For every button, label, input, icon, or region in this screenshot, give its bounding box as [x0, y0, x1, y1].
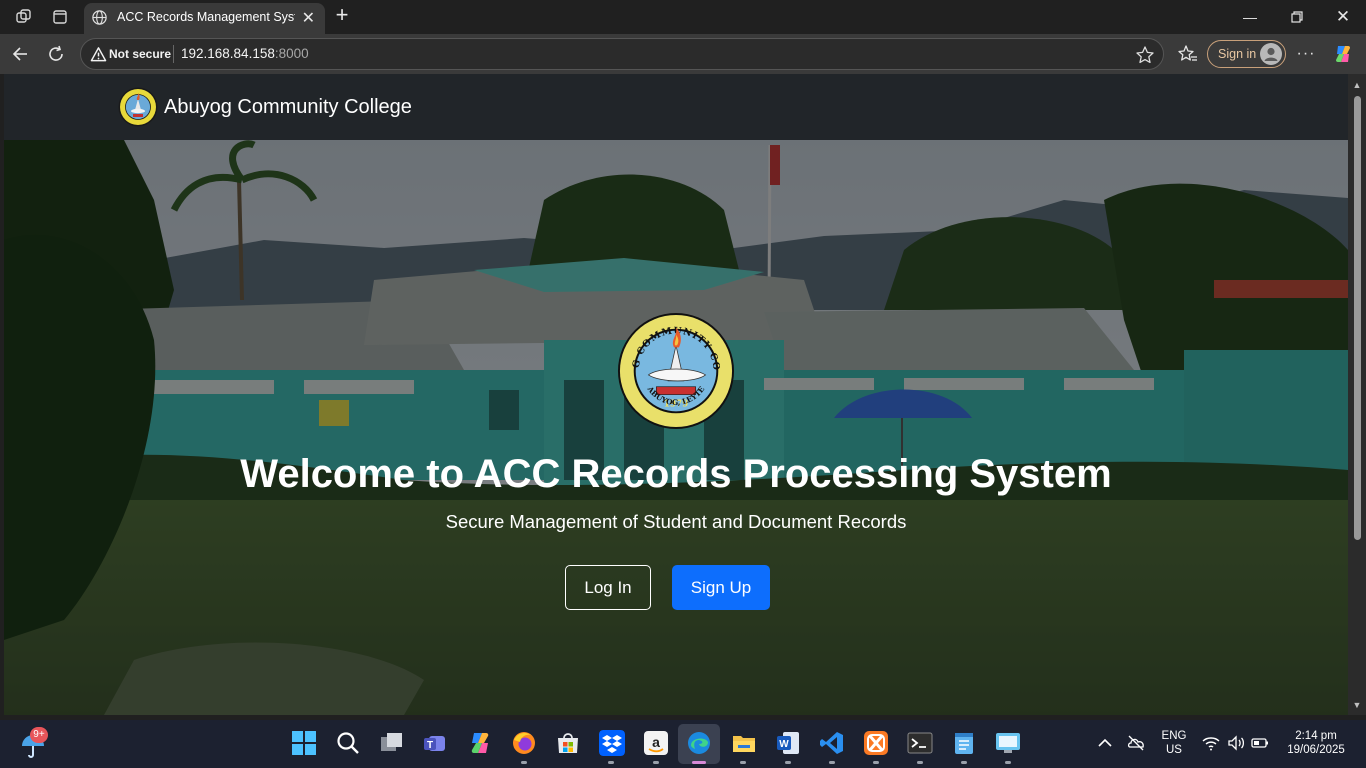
college-seal-emblem: ABUYOG COMMUNITY COLLEGE 1979 ABUYOG, LE…	[617, 312, 735, 430]
page-viewport: Abuyog Community College G COMM NITY CO …	[4, 74, 1348, 715]
url-text[interactable]: 192.168.84.158:8000	[181, 46, 309, 61]
microsoft-store-icon[interactable]	[555, 730, 581, 756]
sign-in-button[interactable]: Sign in	[1207, 40, 1286, 68]
scroll-down-arrow-icon[interactable]: ▼	[1352, 700, 1362, 710]
url-host: 192.168.84.158	[181, 46, 275, 61]
address-divider	[173, 45, 174, 63]
chevron-up-icon[interactable]	[1096, 734, 1114, 752]
running-indicator	[917, 761, 923, 764]
firefox-icon[interactable]	[511, 730, 537, 756]
svg-text:T: T	[427, 740, 433, 751]
browser-title-bar: ACC Records Management System ✕ + — ✕	[0, 0, 1366, 34]
signup-button[interactable]: Sign Up	[672, 565, 770, 610]
running-indicator	[521, 761, 527, 764]
profile-avatar-icon	[1260, 43, 1282, 65]
file-explorer-icon[interactable]	[731, 730, 757, 756]
college-seal-logo	[118, 87, 158, 127]
teams-icon[interactable]: T	[422, 730, 448, 756]
vscode-icon[interactable]	[819, 730, 845, 756]
back-button[interactable]	[8, 42, 32, 66]
warning-icon[interactable]	[90, 46, 107, 63]
language-indicator[interactable]: ENG US	[1158, 730, 1190, 756]
restore-button[interactable]	[1285, 5, 1309, 29]
globe-icon	[92, 10, 107, 25]
hero-section: ABUYOG COMMUNITY COLLEGE 1979 ABUYOG, LE…	[4, 140, 1348, 715]
clock-date: 19/06/2025	[1287, 744, 1345, 756]
running-indicator	[1005, 761, 1011, 764]
running-indicator	[961, 761, 967, 764]
refresh-button[interactable]	[44, 42, 68, 66]
favorites-icon[interactable]	[1176, 42, 1200, 66]
running-indicator-active	[692, 761, 706, 764]
dropbox-icon[interactable]	[599, 730, 625, 756]
navbar-brand[interactable]: Abuyog Community College	[118, 86, 412, 128]
login-button[interactable]: Log In	[565, 565, 651, 610]
workspaces-icon[interactable]	[14, 7, 34, 27]
hero-subtitle: Secure Management of Student and Documen…	[445, 511, 907, 532]
browser-tab-active[interactable]: ACC Records Management System ✕	[84, 3, 325, 34]
windows-taskbar: 9+ T a W ENG US 2:14 pm 19/06/2025	[0, 720, 1366, 768]
browser-toolbar: Not secure 192.168.84.158:8000 Sign in ·…	[0, 34, 1366, 74]
notepad-icon[interactable]	[951, 730, 977, 756]
more-options-icon[interactable]: ···	[1294, 42, 1318, 66]
search-icon[interactable]	[335, 730, 361, 756]
tab-actions-icon[interactable]	[50, 7, 70, 27]
copilot-sidebar-icon[interactable]	[1331, 42, 1355, 66]
address-bar[interactable]: Not secure 192.168.84.158:8000	[80, 38, 1164, 70]
region-code: US	[1166, 744, 1182, 756]
running-indicator	[873, 761, 879, 764]
close-tab-icon[interactable]: ✕	[302, 8, 315, 28]
task-view-icon[interactable]	[379, 730, 405, 756]
amazon-icon[interactable]: a	[643, 730, 669, 756]
sign-in-label: Sign in	[1218, 47, 1257, 61]
edge-icon[interactable]	[686, 730, 712, 756]
scroll-up-arrow-icon[interactable]: ▲	[1352, 80, 1362, 90]
running-indicator	[653, 761, 659, 764]
terminal-icon[interactable]	[907, 730, 933, 756]
svg-text:W: W	[779, 739, 789, 750]
running-indicator	[829, 761, 835, 764]
tab-title: ACC Records Management System	[117, 10, 295, 24]
not-secure-label[interactable]: Not secure	[109, 47, 171, 61]
site-navbar: Abuyog Community College	[4, 74, 1348, 140]
wifi-icon[interactable]	[1202, 734, 1220, 752]
running-indicator	[785, 761, 791, 764]
clock-time: 2:14 pm	[1295, 730, 1337, 742]
clock[interactable]: 2:14 pm 19/06/2025	[1280, 730, 1352, 756]
brand-name: Abuyog Community College	[164, 95, 412, 118]
copilot-icon[interactable]	[467, 730, 493, 756]
favorite-star-icon[interactable]	[1135, 45, 1155, 65]
language-code: ENG	[1161, 730, 1187, 742]
notification-badge: 9+	[30, 727, 48, 743]
svg-text:a: a	[652, 734, 660, 750]
scrollbar-thumb[interactable]	[1354, 96, 1361, 540]
xampp-icon[interactable]	[863, 730, 889, 756]
new-tab-button[interactable]: +	[330, 4, 354, 28]
url-port: :8000	[274, 46, 309, 61]
running-indicator	[608, 761, 614, 764]
onedrive-offline-icon[interactable]	[1127, 734, 1145, 752]
remote-desktop-icon[interactable]	[995, 730, 1021, 756]
page-scrollbar[interactable]: ▲ ▼	[1348, 74, 1366, 715]
windows-start-icon[interactable]	[291, 730, 317, 756]
hero-title: Welcome to ACC Records Processing System	[240, 452, 1112, 496]
close-window-button[interactable]: ✕	[1331, 5, 1355, 29]
word-icon[interactable]: W	[775, 730, 801, 756]
volume-icon[interactable]	[1227, 734, 1245, 752]
battery-icon[interactable]	[1251, 734, 1269, 752]
minimize-button[interactable]: —	[1238, 5, 1262, 29]
running-indicator	[740, 761, 746, 764]
